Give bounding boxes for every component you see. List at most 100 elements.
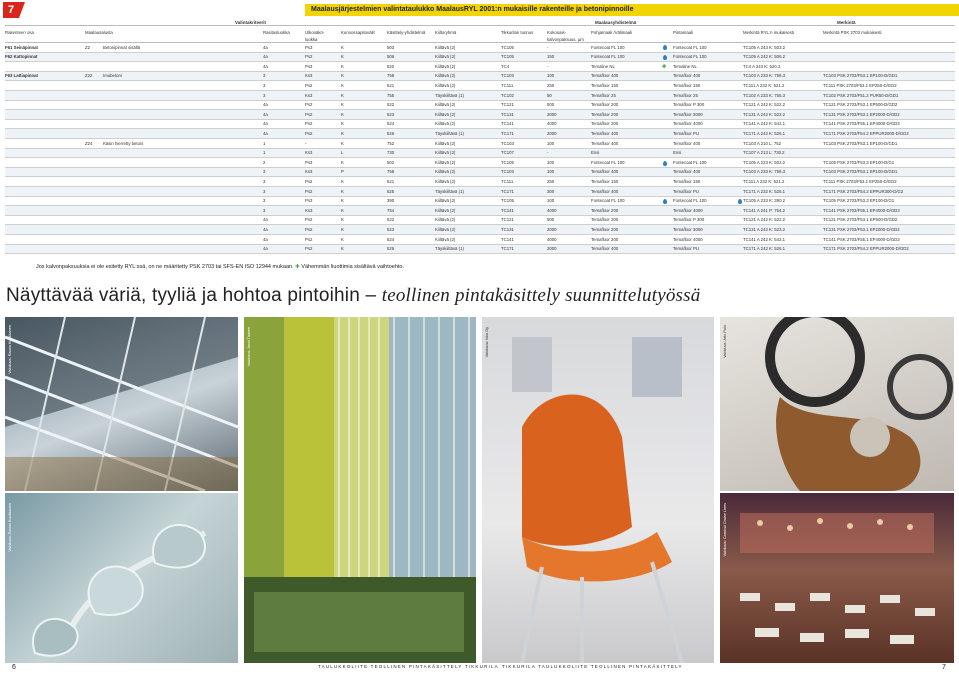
cell-pohja: Temafloor 25 [591,92,616,98]
cell-pinta: Temafloor 3000 [673,226,703,232]
cell-kiilto: Kiiltävä (2) [435,217,456,223]
cell-tunnus: TC111 [501,178,514,184]
th-kalvo: Kokonais- kalvonpaksuus, µm [547,30,584,43]
cell-osa: F63 Lattiapinnat [5,73,38,79]
cell-kalvo: 4000 [547,121,557,127]
cell-kiilto: Kiiltävä (2) [435,82,456,88]
th-kiiltoryhma: Kiiltoryhmä [435,30,457,35]
cell-pinta: Temafloor P 300 [673,217,705,223]
cell-ryl: TC105 A 242 K: 506.2 [743,54,786,60]
cell-kalvo: 2000 [547,246,557,252]
cell-rasitus: 4a [263,226,268,232]
cell-alusta-name: Betonipinnat sisällä [103,44,141,50]
cell-pinta: Temafloor 4000 [673,207,703,213]
cell-rasitus: 4a [263,63,268,69]
cell-tunnus: TC103 [501,73,514,79]
th-pinta: Pintamaali [673,30,694,35]
cell-rasitus: 4a [263,102,268,108]
cell-ulkonako: Ps2 [305,188,313,194]
headline: Näyttävää väriä, tyyliä ja hohtoa pintoi… [6,285,951,307]
cell-kasittely: 503 [387,44,395,50]
cell-ulkonako: Ps2 [305,217,313,223]
cell-psk: TC103 PSK 2703/F53.1 EP100-D/GD1 [823,73,898,79]
photo-floral-glass: Valokuva: Rauno Kuokkanen [5,493,238,663]
photo-chair-art [512,337,684,663]
cell-kunnossapito: K [341,44,344,50]
headline-dash: – [365,285,377,306]
cell-rasitus: 4a [263,44,268,50]
th-tunnus: Tikkurilan tunnus [501,30,534,35]
cell-ulkonako: Ks3 [305,73,313,79]
th-maalausalusta: Maalausalusta [85,30,113,35]
cell-ulkonako: Ps3 [305,63,313,69]
cell-kiilto: Kiiltävä (2) [435,159,456,165]
table-row: 3 Ps2 K 525 Täyskiiltävä (1) TC171 300 Temafloo… [5,187,955,197]
cell-kiilto: Kiiltävä (2) [435,226,456,232]
cell-pinta: Ensi [673,150,682,156]
photo-cruise-interior: Valokuva: Carnival Cruise Lines [720,493,954,663]
cell-pohja: Temafloor 400 [591,140,619,146]
cell-kalvo: - [547,44,549,50]
th-pohja: Pohjamaali /Välimaali [591,30,633,35]
cell-ulkonako: Ps3 [305,159,313,165]
page-badge: 7 [3,2,25,18]
cell-tunnus: TC111 [501,82,514,88]
cell-alusta-name: Imubetoni [103,73,122,79]
cell-kiilto: Kiiltävä (2) [435,150,456,156]
table-row: 3 Ps2 K 521 Kiiltävä (2) TC111 250 Temafloor 15… [5,177,955,187]
cell-kasittely: 502 [387,159,395,165]
cell-pinta: Fontecoat FL 100 [673,198,707,204]
cell-kalvo: 4000 [547,236,557,242]
photo-motorcycle-art [765,317,953,491]
cell-tunnus: TC171 [501,130,514,136]
table-row: 4a Ps2 K 523 Kiiltävä (2) TC131 2000 Temafloor … [5,110,955,120]
water-drop-icon [663,45,667,51]
cell-kalvo: 2000 [547,226,557,232]
cell-psk: TC171 PSK 2703/F54.2 EPPUR2000-D/GD2 [823,246,909,252]
cell-kasittely: 522 [387,102,395,108]
photo-motorcycle: Valokuva: Arto Palo [720,317,954,491]
cell-rasitus: 4a [263,111,268,117]
cell-psk: TC121 PSK 2703/F53.1 EP500-D/GD2 [823,102,898,108]
cell-psk: TC131 PSK 2703/F53.1 EP2000-D/GD2 [823,111,900,117]
cell-kunnossapito: K [341,207,344,213]
table-row: F62 Kattopinnat 4a Ps2 K 506 Kiiltävä (2) TC10… [5,52,955,63]
headline-main: Näyttävää väriä, tyyliä ja hohtoa pintoi… [6,285,360,306]
cell-kasittely: 522 [387,217,395,223]
cell-psk: TC141 PSK 2703/F55.1 EP4000-D/GD3 [823,236,900,242]
cell-pohja: Temafloor 400 [591,188,619,194]
photo-credit-3: Valokuva: Isku Oy [485,327,489,358]
cell-kasittely: 526 [387,130,395,136]
cell-kunnossapito: K [341,178,344,184]
cell-kalvo: - [547,150,549,156]
water-drop-icon [663,54,667,60]
cell-ulkonako: Ks3 [305,207,313,213]
cell-kunnossapito: K [341,111,344,117]
cell-ryl: TC171 A 232 K: 525.1 [743,188,786,194]
cell-psk: TC111 PSK 2703/F53.1 EP250-D/GD2 [823,82,897,88]
cell-ulkonako: - [305,140,307,146]
cell-kalvo: 100 [547,159,555,165]
cell-kasittely: 520 [387,63,395,69]
photo-facade-art [244,317,476,663]
cell-tunnus: TC171 [501,246,514,252]
cell-kunnossapito: K [341,73,344,79]
cell-ulkonako: Ps2 [305,102,313,108]
cell-rasitus: 3 [263,82,266,88]
cell-kunnossapito: K [341,92,344,98]
cell-kunnossapito: K [341,54,344,60]
cell-ulkonako: Ps2 [305,121,313,127]
cell-tunnus: TC141 [501,236,514,242]
th-rakenteen-osa: Rakenteen osa [5,30,34,35]
table-row: 4a Ps2 K 524 Kiiltävä (2) TC141 4000 Temafloor … [5,120,955,130]
photo-credit-1: Valokuva: Rauno Kuokkanen [8,325,12,374]
cell-kalvo: - [547,63,549,69]
cell-rasitus: 1 [263,140,266,146]
cell-pinta: Temafloor 4000 [673,236,703,242]
cell-tunnus: TC105 [501,44,514,50]
table-row: 3 Ks3 K 754 Kiiltävä (2) TC141 4000 Temafloor 2… [5,206,955,216]
cell-pinta: Temafloor 25 [673,92,698,98]
cell-pohja: Temafloor 200 [591,226,619,232]
cell-alusta: Z22 [85,73,93,79]
cell-pinta: Temaline NL [673,63,697,69]
